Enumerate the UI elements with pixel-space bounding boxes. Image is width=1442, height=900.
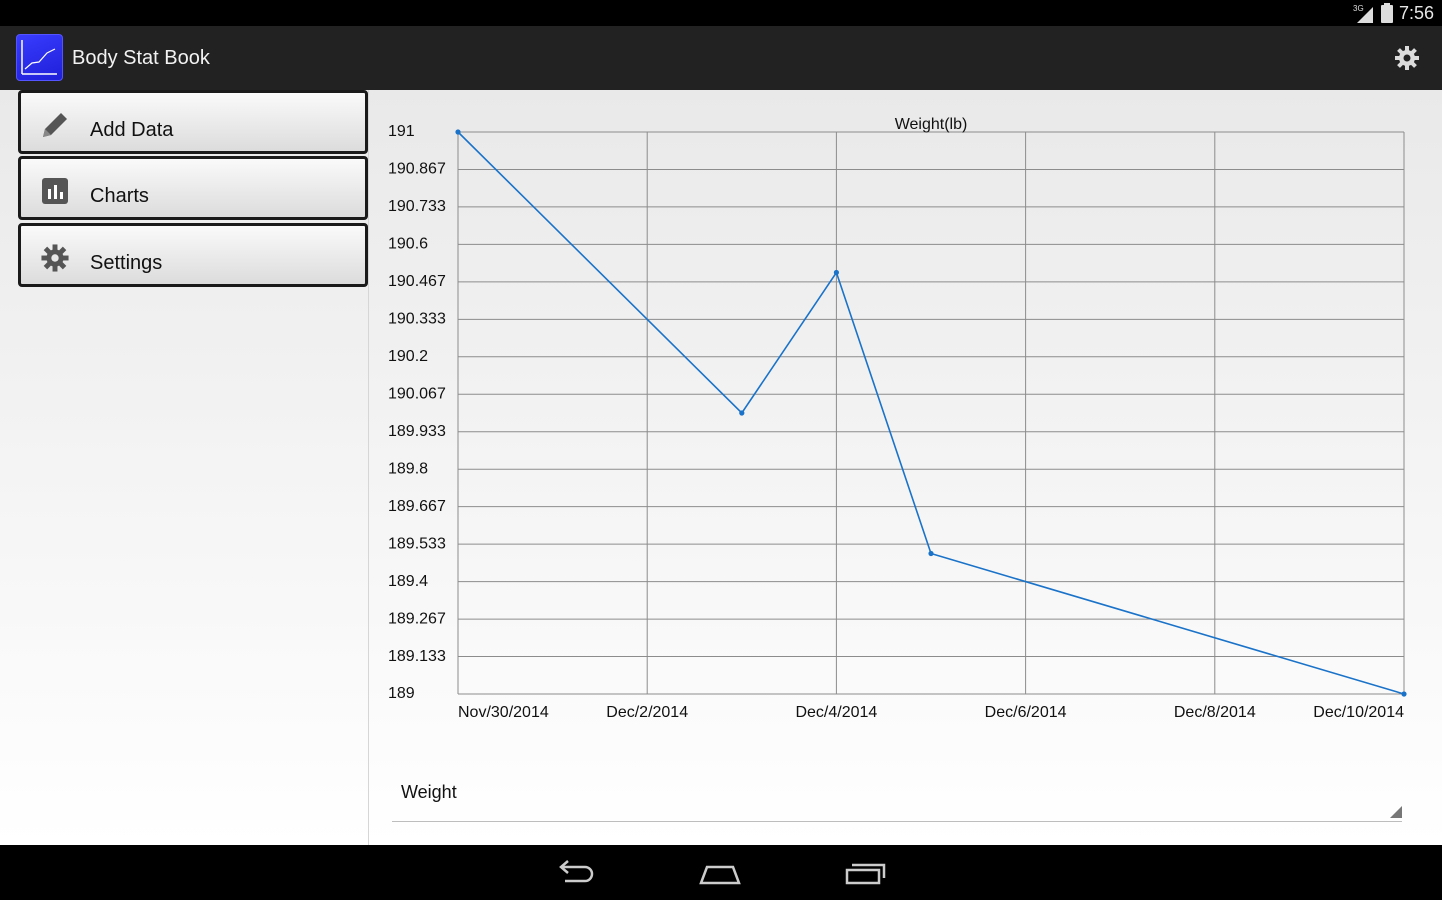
chart-title: Weight(lb) (895, 116, 968, 133)
gear-icon (39, 242, 71, 274)
content: Add Data Charts Settings 191 190.867 190… (0, 90, 1442, 845)
y-tick-label: 190.6 (388, 236, 428, 253)
y-tick-label: 189.933 (388, 423, 446, 440)
battery-icon (1380, 3, 1393, 23)
back-icon[interactable] (553, 859, 597, 887)
status-time: 7:56 (1398, 2, 1434, 23)
y-tick-label: 189 (388, 685, 415, 702)
y-tick-label: 189.8 (388, 460, 428, 477)
sidebar-item-charts[interactable]: Charts (18, 156, 368, 220)
pencil-icon (39, 109, 71, 141)
x-tick-label: Dec/10/2014 (1313, 704, 1404, 721)
x-tick-label: Dec/8/2014 (1174, 704, 1256, 721)
y-tick-label: 190.467 (388, 273, 446, 290)
y-tick-label: 191 (388, 123, 415, 140)
data-point (739, 410, 745, 416)
series-line (457, 131, 1405, 695)
bar-chart-icon (39, 175, 71, 207)
data-point (928, 550, 934, 557)
sidebar-item-settings[interactable]: Settings (18, 223, 368, 287)
y-tick-label: 189.533 (388, 535, 446, 552)
signal-icon: 3G (1353, 3, 1375, 23)
y-tick-label: 190.733 (388, 198, 446, 215)
y-tick-label: 189.4 (388, 573, 428, 590)
home-icon[interactable] (698, 859, 742, 887)
y-tick-label: 190.333 (388, 311, 446, 328)
data-point (833, 269, 839, 276)
x-tick-label: Nov/30/2014 (458, 704, 549, 721)
x-tick-label: Dec/6/2014 (985, 704, 1067, 721)
y-tick-label: 189.267 (388, 610, 446, 627)
sidebar-item-label: Add Data (90, 119, 174, 141)
y-tick-label: 189.133 (388, 648, 446, 665)
line-chart-app-icon[interactable] (16, 34, 63, 81)
weight-chart: 191 190.867 190.733 190.6 190.467 190.333 190.… (388, 116, 1407, 721)
sidebar-item-label: Settings (90, 252, 163, 274)
sidebar: Add Data Charts Settings (0, 90, 369, 845)
data-point (455, 129, 461, 135)
spinner-value: Weight (401, 782, 457, 802)
svg-text:3G: 3G (1353, 4, 1364, 13)
action-bar: Body Stat Book (0, 26, 1442, 90)
status-bar: 3G 7:56 (0, 0, 1442, 26)
data-point (1401, 691, 1407, 697)
sidebar-item-add-data[interactable]: Add Data (18, 90, 368, 154)
x-tick-label: Dec/2/2014 (606, 704, 688, 721)
app-title: Body Stat Book (72, 47, 210, 69)
y-tick-label: 189.667 (388, 498, 446, 515)
sidebar-item-label: Charts (90, 185, 149, 207)
y-tick-label: 190.2 (388, 348, 428, 365)
chart-type-spinner[interactable]: Weight (392, 770, 1402, 822)
x-tick-label: Dec/4/2014 (795, 704, 877, 721)
recent-apps-icon[interactable] (843, 859, 887, 887)
status-icons: 3G 7:56 (1353, 2, 1434, 24)
chart-area: 191 190.867 190.733 190.6 190.467 190.333 190.… (370, 90, 1442, 845)
navigation-bar (0, 845, 1442, 900)
dropdown-arrow-icon (1390, 806, 1402, 818)
y-tick-label: 190.867 (388, 161, 446, 178)
settings-gear-icon[interactable] (1394, 45, 1420, 71)
y-tick-label: 190.067 (388, 385, 446, 402)
